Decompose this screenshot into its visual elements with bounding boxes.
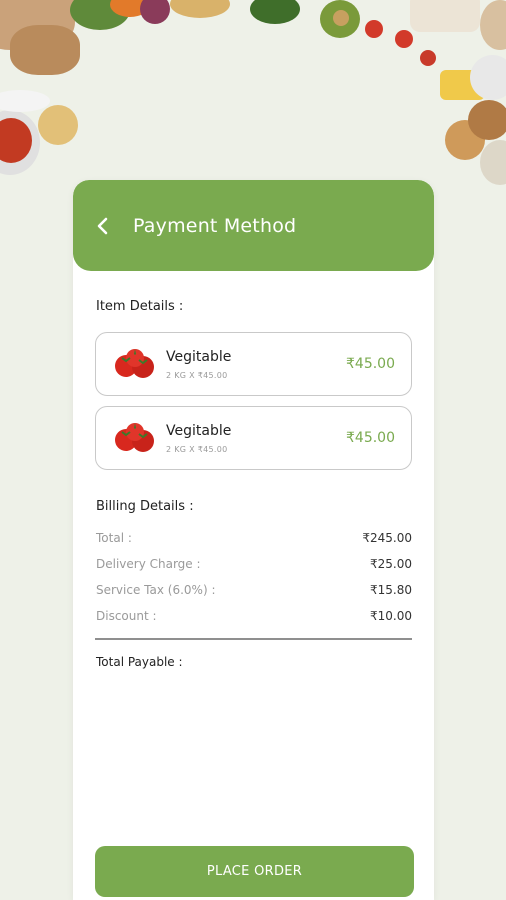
cart-item[interactable]: Vegitable 2 KG X ₹45.00 ₹45.00	[95, 332, 412, 396]
header-bar: Payment Method	[73, 180, 434, 271]
payment-card: Payment Method Item Details : Vegitable …	[73, 180, 434, 900]
item-quantity: 2 KG X ₹45.00	[166, 371, 228, 380]
item-quantity: 2 KG X ₹45.00	[166, 445, 228, 454]
tomato-icon	[115, 423, 154, 452]
item-name: Vegitable	[166, 423, 232, 439]
chevron-left-icon	[97, 217, 108, 235]
total-payable-label: Total Payable :	[96, 655, 183, 669]
billing-value: ₹10.00	[370, 609, 412, 623]
billing-value: ₹25.00	[370, 557, 412, 571]
billing-key: Discount :	[96, 609, 157, 623]
billing-value: ₹245.00	[362, 531, 412, 545]
billing-value: ₹15.80	[370, 583, 412, 597]
item-details-label: Item Details :	[96, 299, 184, 314]
billing-divider	[95, 638, 412, 640]
cart-item[interactable]: Vegitable 2 KG X ₹45.00 ₹45.00	[95, 406, 412, 470]
billing-details-label: Billing Details :	[96, 499, 194, 514]
page-title: Payment Method	[133, 215, 297, 237]
item-name: Vegitable	[166, 349, 232, 365]
billing-key: Service Tax (6.0%) :	[96, 583, 216, 597]
back-button[interactable]	[93, 216, 113, 236]
item-price: ₹45.00	[346, 430, 395, 446]
tomato-icon	[115, 349, 154, 378]
place-order-button[interactable]: PLACE ORDER	[95, 846, 414, 897]
billing-key: Total :	[96, 531, 132, 545]
item-price: ₹45.00	[346, 356, 395, 372]
billing-key: Delivery Charge :	[96, 557, 201, 571]
